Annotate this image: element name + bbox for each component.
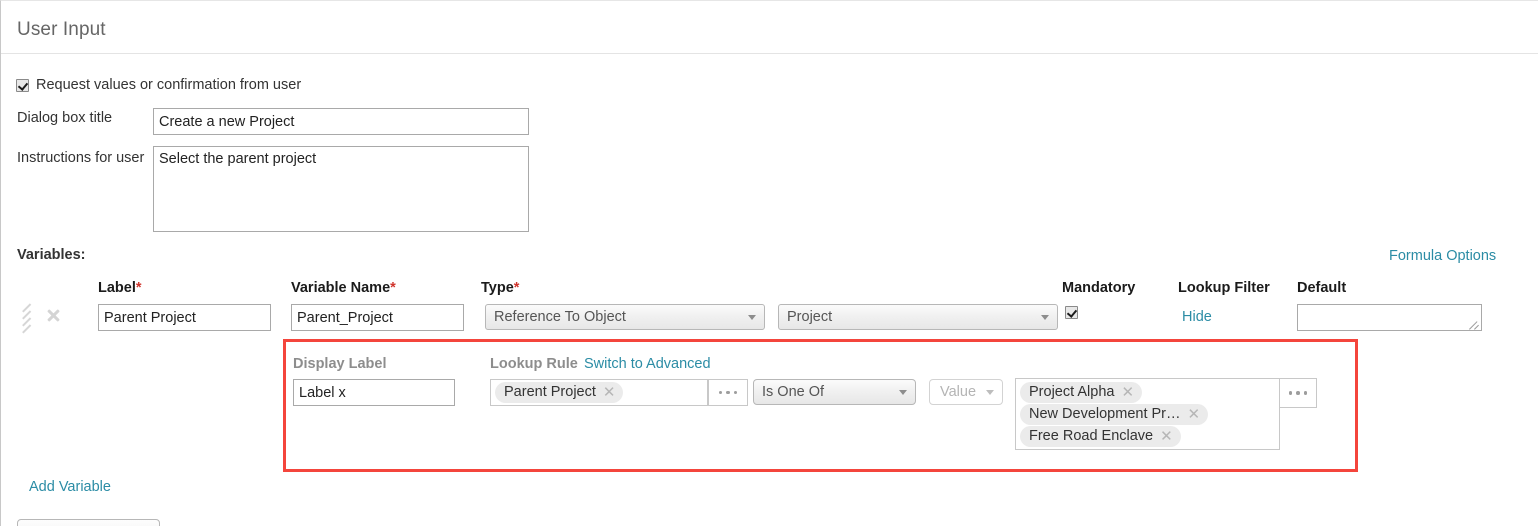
lookup-field-more-button[interactable] <box>708 379 748 406</box>
request-values-checkbox[interactable] <box>16 78 29 92</box>
column-header-type-text: Type <box>481 280 514 296</box>
request-values-label: Request values or confirmation from user <box>36 77 302 93</box>
dot-icon <box>718 390 723 395</box>
chip-label: New Development Pr… <box>1029 406 1181 422</box>
dot-icon <box>1303 391 1308 395</box>
delete-variable-icon[interactable] <box>45 307 61 323</box>
dot-icon <box>1296 391 1300 395</box>
variable-type-value: Reference To Object <box>494 309 626 325</box>
chip[interactable]: Project Alpha ✕ <box>1020 382 1143 403</box>
lookup-value-placeholder: Value <box>940 384 977 400</box>
column-header-variable-name-text: Variable Name <box>291 280 391 296</box>
type-required-marker: * <box>513 280 520 296</box>
bottom-action-button[interactable] <box>17 519 160 526</box>
chip[interactable]: Parent Project ✕ <box>495 382 624 403</box>
dot-icon <box>726 390 730 395</box>
dot-icon <box>1288 391 1293 395</box>
chip-label: Parent Project <box>504 384 596 400</box>
variable-label-input[interactable] <box>98 304 271 331</box>
chip-remove-icon[interactable]: ✕ <box>1121 385 1134 400</box>
column-header-variable-name: Variable Name* <box>291 280 396 296</box>
variable-name-required-marker: * <box>390 280 396 296</box>
lookup-field-tokenfield[interactable]: Parent Project ✕ <box>490 379 708 406</box>
lookup-value-tokenfield[interactable]: Project Alpha ✕ New Development Pr… ✕ Fr… <box>1015 378 1280 450</box>
lookup-value-more-button[interactable] <box>1279 378 1317 408</box>
drag-handle-icon[interactable] <box>21 303 31 334</box>
chip[interactable]: New Development Pr… ✕ <box>1020 404 1209 425</box>
chip-remove-icon[interactable]: ✕ <box>603 385 616 400</box>
column-header-mandatory: Mandatory <box>1062 280 1136 296</box>
instructions-label: Instructions for user <box>17 150 145 166</box>
chip-label: Project Alpha <box>1029 384 1115 400</box>
variable-object-select[interactable]: Project <box>778 304 1058 330</box>
chip-remove-icon[interactable]: ✕ <box>1188 407 1201 422</box>
column-header-lookup-filter: Lookup Filter <box>1178 280 1270 296</box>
add-variable-link[interactable]: Add Variable <box>29 479 111 495</box>
chevron-down-icon <box>986 390 994 395</box>
label-required-marker: * <box>135 280 142 296</box>
user-input-panel: User Input Request values or confirmatio… <box>0 0 1538 526</box>
variables-section-label: Variables: <box>17 247 86 263</box>
variable-object-value: Project <box>787 309 833 325</box>
variable-type-select[interactable]: Reference To Object <box>485 304 765 330</box>
lookup-operator-value: Is One Of <box>762 384 825 400</box>
chevron-down-icon <box>748 315 756 320</box>
column-header-label: Label* <box>98 280 142 296</box>
request-values-checkbox-row[interactable]: Request values or confirmation from user <box>16 77 301 93</box>
dot-icon <box>733 390 738 395</box>
chevron-down-icon <box>1041 315 1049 320</box>
title-divider <box>1 53 1538 54</box>
column-header-default: Default <box>1297 280 1347 296</box>
lookup-value-select[interactable]: Value <box>929 379 1003 405</box>
lookup-operator-select[interactable]: Is One Of <box>753 379 916 405</box>
column-header-type: Type* <box>481 280 519 296</box>
chip-label: Free Road Enclave <box>1029 428 1154 444</box>
mandatory-checkbox[interactable] <box>1065 306 1078 319</box>
chevron-down-icon <box>899 390 907 395</box>
dialog-box-title-label: Dialog box title <box>17 110 113 126</box>
column-header-label-text: Label <box>98 280 136 296</box>
variable-name-input[interactable] <box>291 304 464 331</box>
switch-to-advanced-link[interactable]: Switch to Advanced <box>584 356 711 372</box>
chip[interactable]: Free Road Enclave ✕ <box>1020 426 1181 447</box>
page-title: User Input <box>17 19 106 40</box>
chip-remove-icon[interactable]: ✕ <box>1160 429 1173 444</box>
display-label-input[interactable] <box>293 379 455 406</box>
formula-options-link[interactable]: Formula Options <box>1389 248 1496 264</box>
lookup-rule-heading: Lookup Rule <box>490 356 578 372</box>
instructions-textarea[interactable]: Select the parent project <box>153 146 529 232</box>
display-label-heading: Display Label <box>293 356 387 372</box>
default-value-textarea[interactable] <box>1297 304 1482 331</box>
dialog-box-title-input[interactable] <box>153 108 529 135</box>
lookup-filter-hide-link[interactable]: Hide <box>1182 309 1212 325</box>
